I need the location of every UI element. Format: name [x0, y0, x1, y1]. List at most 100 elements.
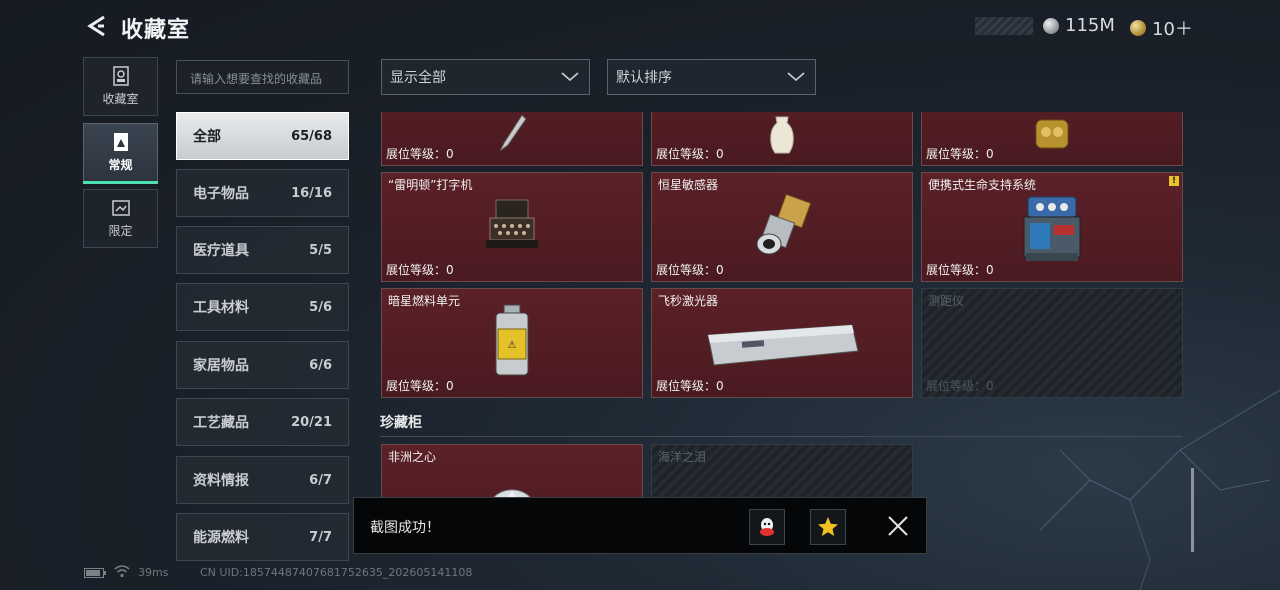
silver-currency[interactable]: 115M	[1043, 15, 1115, 36]
scrollbar[interactable]	[1191, 468, 1194, 552]
limited-icon	[111, 200, 130, 216]
gold-amount: 10＋	[1152, 19, 1193, 40]
silver-amount: 115M	[1065, 15, 1115, 36]
item-name: “雷明顿”打字机	[388, 178, 473, 192]
category-household[interactable]: 家居物品 6/6	[176, 341, 349, 389]
collection-item[interactable]: 飞秒激光器 展位等级：0	[651, 288, 913, 398]
close-icon[interactable]	[886, 514, 910, 538]
toast-message: 截图成功！	[370, 520, 440, 536]
uid-text: CN UID:18574487407681752635_202605141108	[200, 566, 473, 579]
fuel-cell-icon: ⚠	[495, 304, 529, 376]
nav-limited[interactable]: 限定	[83, 189, 158, 248]
screenshot-toast: 截图成功！	[353, 497, 927, 554]
collection-item[interactable]: 展位等级：0	[921, 112, 1183, 166]
category-label: 工艺藏品	[193, 415, 249, 431]
qzone-star-icon	[818, 517, 838, 536]
share-qzone-button[interactable]	[810, 509, 846, 545]
booth-level: 展位等级：0	[656, 379, 724, 393]
section-title: 珍藏柜	[380, 415, 422, 431]
sort-dropdown[interactable]: 默认排序	[607, 59, 816, 95]
section-divider	[380, 436, 1182, 437]
warning-icon: !	[1169, 176, 1179, 186]
category-count: 5/5	[309, 242, 332, 258]
category-count: 7/7	[309, 529, 332, 545]
collection-item[interactable]: 展位等级：0	[381, 112, 643, 166]
category-label: 家居物品	[193, 358, 249, 374]
share-qq-button[interactable]	[749, 509, 785, 545]
category-count: 20/21	[291, 414, 332, 430]
gold-currency[interactable]: 10＋	[1130, 15, 1193, 41]
booth-level: 展位等级：0	[386, 379, 454, 393]
booth-level: 展位等级：0	[386, 263, 454, 277]
item-name: 非洲之心	[388, 450, 437, 464]
chevron-down-icon	[561, 72, 579, 82]
booth-level: 展位等级：0	[656, 147, 724, 161]
collection-item[interactable]: 展位等级：0	[651, 112, 913, 166]
category-count: 65/68	[291, 128, 332, 144]
nav-label: 限定	[108, 224, 133, 238]
collection-room-icon	[112, 66, 129, 86]
collection-item-locked[interactable]: 测距仪 展位等级：0	[921, 288, 1183, 398]
life-support-icon	[1023, 196, 1081, 262]
category-count: 16/16	[291, 185, 332, 201]
item-name: 测距仪	[928, 294, 965, 308]
collection-item[interactable]: “雷明顿”打字机 展位等级：0	[381, 172, 643, 282]
nav-regular[interactable]: 常规	[83, 123, 158, 184]
collection-item[interactable]: 恒星敏感器 展位等级：0	[651, 172, 913, 282]
svg-text:⚠: ⚠	[508, 340, 517, 351]
nav-label: 常规	[108, 158, 133, 172]
category-crafts[interactable]: 工艺藏品 20/21	[176, 398, 349, 446]
category-all[interactable]: 全部 65/68	[176, 112, 349, 160]
chevron-down-icon	[787, 72, 805, 82]
star-sensor-icon	[756, 193, 812, 255]
category-medical[interactable]: 医疗道具 5/5	[176, 226, 349, 274]
typewriter-icon	[486, 199, 538, 248]
gold-coin-icon	[1130, 20, 1146, 36]
nav-collection-room[interactable]: 收藏室	[83, 57, 158, 116]
filter-dropdown[interactable]: 显示全部	[381, 59, 590, 95]
wifi-icon	[114, 565, 130, 578]
page-title: 收藏室	[121, 18, 191, 43]
topbar-decoration	[975, 17, 1033, 35]
sort-value: 默认排序	[616, 70, 672, 86]
category-electronics[interactable]: 电子物品 16/16	[176, 169, 349, 217]
collection-item[interactable]: 便携式生命支持系统 ! 展位等级：0	[921, 172, 1183, 282]
back-arrow-icon[interactable]	[84, 14, 108, 38]
silver-coin-icon	[1043, 17, 1059, 34]
search-input[interactable]: 请输入想要查找的收藏品	[176, 60, 349, 94]
category-count: 5/6	[309, 299, 332, 315]
category-intel[interactable]: 资料情报 6/7	[176, 456, 349, 504]
booth-level: 展位等级：0	[386, 147, 454, 161]
category-fuel[interactable]: 能源燃料 7/7	[176, 513, 349, 561]
ping-value: 39ms	[138, 566, 169, 579]
item-name: 恒星敏感器	[658, 178, 719, 192]
category-label: 能源燃料	[193, 530, 249, 546]
category-label: 资料情报	[193, 473, 249, 489]
pen-icon	[499, 113, 527, 151]
category-count: 6/6	[309, 357, 332, 373]
booth-level: 展位等级：0	[656, 263, 724, 277]
booth-level: 展位等级：0	[926, 379, 994, 393]
category-tools[interactable]: 工具材料 5/6	[176, 283, 349, 331]
category-count: 6/7	[309, 472, 332, 488]
booth-level: 展位等级：0	[926, 263, 994, 277]
booth-level: 展位等级：0	[926, 147, 994, 161]
golden-artifact-icon	[1035, 119, 1069, 149]
item-name: 飞秒激光器	[658, 294, 719, 308]
filter-value: 显示全部	[390, 70, 446, 86]
category-label: 电子物品	[193, 186, 249, 202]
femtosecond-laser-icon	[707, 324, 859, 366]
vase-icon	[770, 116, 794, 154]
qq-icon	[760, 518, 774, 536]
collection-list[interactable]: 展位等级：0 展位等级：0 展位等级：0 “雷明顿”打字机 展位等级：0 恒星敏…	[380, 112, 1186, 554]
regular-icon	[113, 133, 128, 151]
item-name: 暗星燃料单元	[388, 294, 461, 308]
nav-label: 收藏室	[102, 92, 139, 106]
category-label: 工具材料	[193, 300, 249, 316]
battery-icon	[84, 568, 106, 578]
category-label: 医疗道具	[193, 243, 249, 259]
collection-item[interactable]: 暗星燃料单元 ⚠ 展位等级：0	[381, 288, 643, 398]
category-label: 全部	[193, 129, 221, 145]
item-name: 便携式生命支持系统	[928, 178, 1037, 192]
item-name: 海洋之泪	[658, 450, 707, 464]
